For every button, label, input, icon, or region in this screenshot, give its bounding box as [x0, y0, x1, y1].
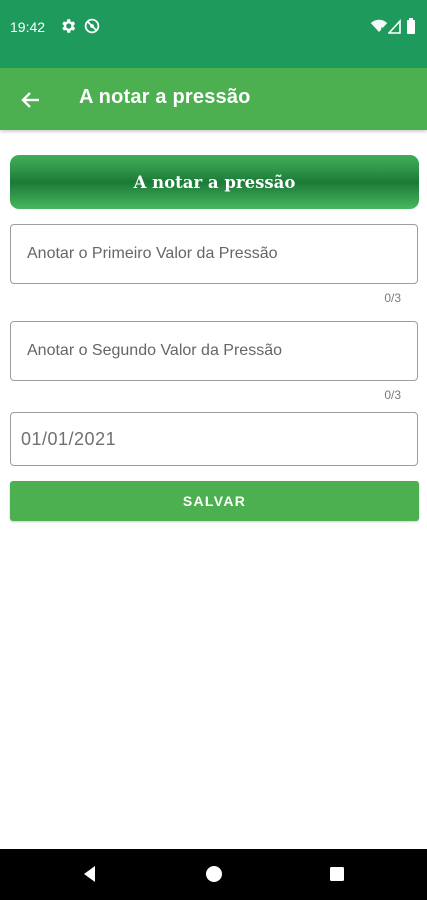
- second-pressure-counter: 0/3: [384, 388, 401, 402]
- first-pressure-counter: 0/3: [384, 291, 401, 305]
- wifi-icon: [370, 17, 388, 35]
- status-bar: 19:42: [0, 0, 427, 68]
- navigation-bar: [0, 849, 427, 900]
- save-button[interactable]: SALVAR: [10, 481, 419, 521]
- settings-icon: [59, 17, 77, 35]
- recents-square-icon[interactable]: [326, 863, 348, 885]
- second-pressure-input[interactable]: [11, 322, 417, 380]
- first-pressure-field: [10, 224, 418, 284]
- status-time: 19:42: [10, 19, 46, 35]
- banner-title: A notar a pressão: [10, 155, 419, 209]
- app-bar: A notar a pressão: [0, 68, 427, 130]
- arrow-back-icon[interactable]: [14, 84, 46, 116]
- page-title: A notar a pressão: [79, 86, 251, 108]
- date-field: [10, 412, 418, 466]
- signal-icon: [387, 17, 402, 35]
- home-circle-icon[interactable]: [203, 863, 225, 885]
- back-triangle-icon[interactable]: [79, 863, 101, 885]
- date-input[interactable]: [11, 413, 417, 465]
- do-not-disturb-icon: [83, 17, 101, 35]
- first-pressure-input[interactable]: [11, 225, 417, 283]
- battery-icon: [406, 17, 416, 35]
- second-pressure-field: [10, 321, 418, 381]
